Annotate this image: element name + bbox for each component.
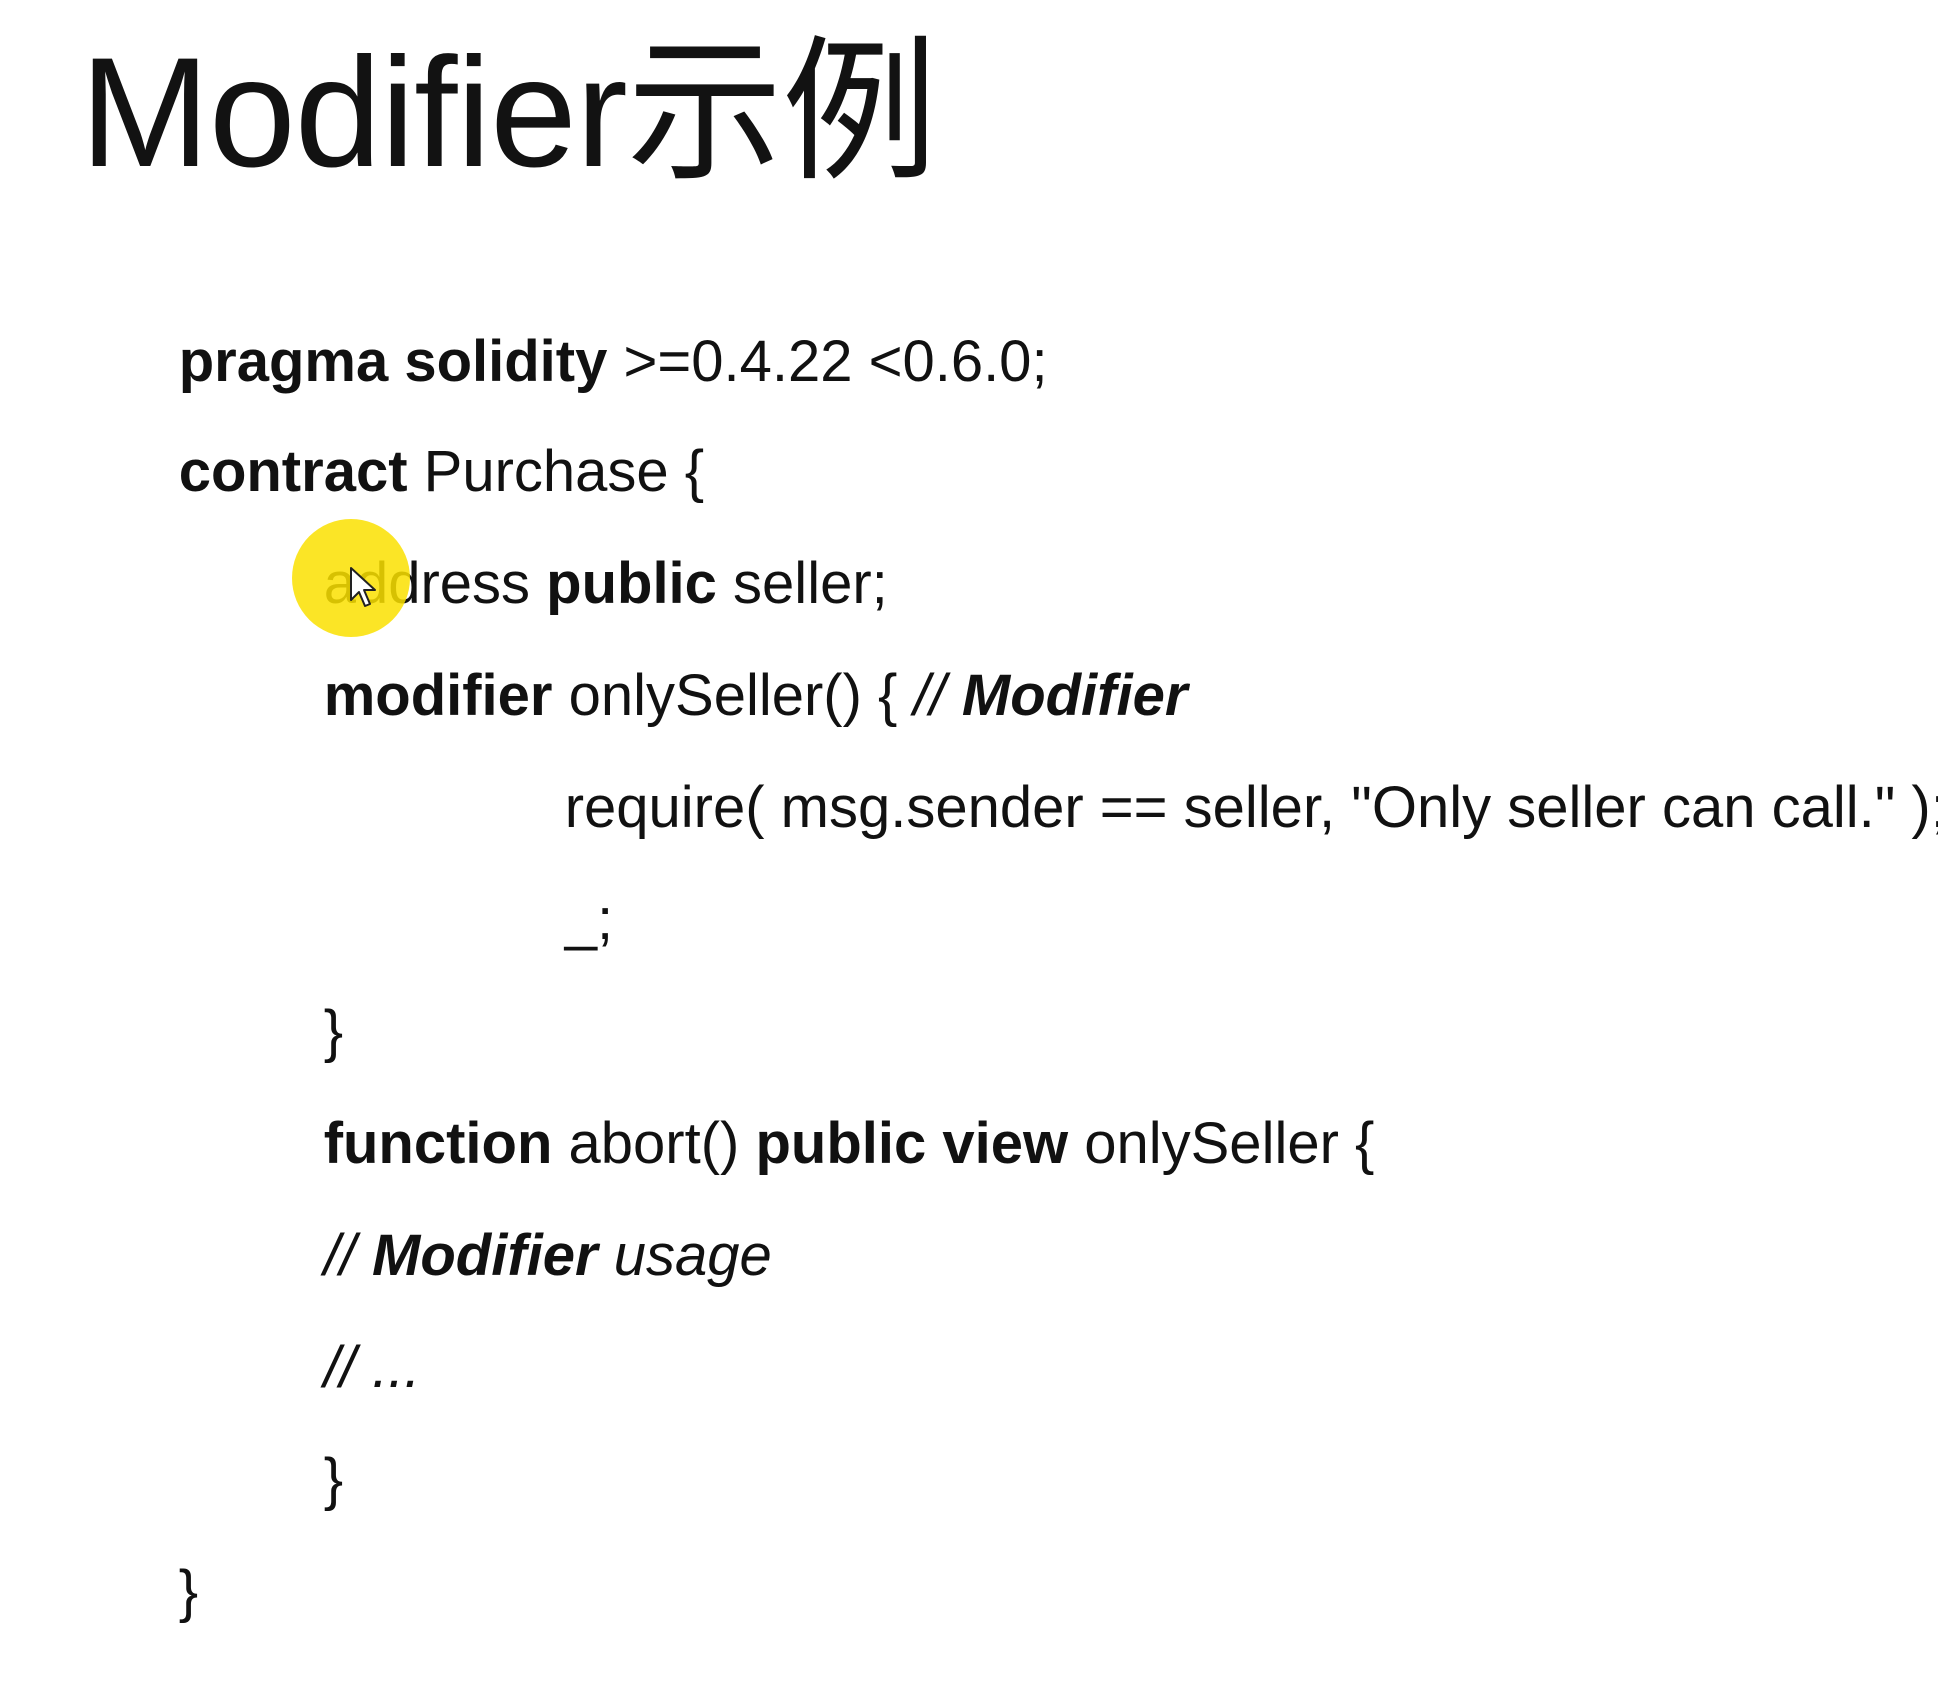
mouse-pointer-icon xyxy=(350,567,376,607)
comment-usage: usage xyxy=(597,1223,772,1288)
function-modifier-use: onlySeller { xyxy=(1068,1111,1375,1176)
code-line-require: require( msg.sender == seller, "Only sel… xyxy=(468,703,1938,913)
slide: Modifier示例 pragma solidity >=0.4.22 <0.6… xyxy=(0,0,1938,1624)
code-line-placeholder: _; xyxy=(468,815,613,1025)
closing-brace: } xyxy=(178,1559,199,1624)
placeholder-statement: _; xyxy=(564,887,614,952)
require-statement: require( msg.sender == seller, "Only sel… xyxy=(564,775,1938,840)
keyword-public-view: public view xyxy=(755,1111,1069,1176)
code-block: pragma solidity >=0.4.22 <0.6.0; contrac… xyxy=(0,0,1938,1624)
code-line-function-close: } xyxy=(227,1375,343,1585)
code-line-contract-close: } xyxy=(82,1487,198,1697)
closing-brace: } xyxy=(323,1447,344,1512)
